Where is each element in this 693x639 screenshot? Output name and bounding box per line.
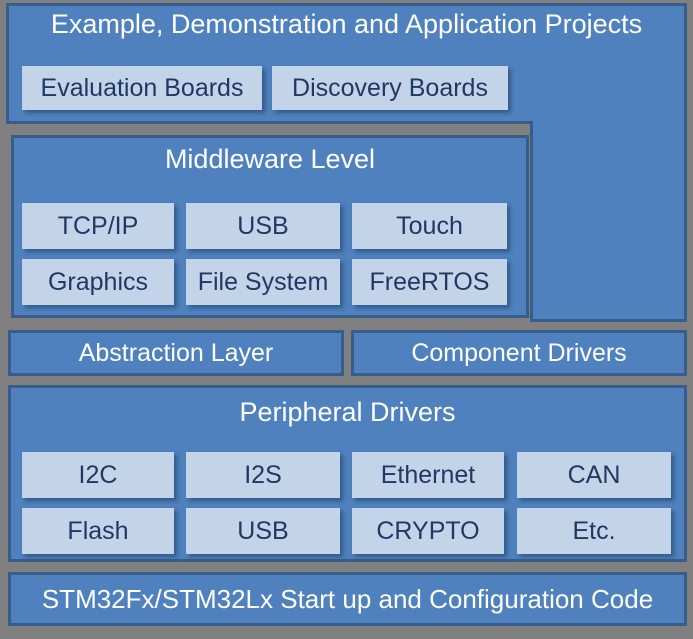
chip-etc[interactable]: Etc. — [517, 508, 671, 554]
startup-code-label: STM32Fx/STM32Lx Start up and Configurati… — [41, 584, 654, 614]
architecture-diagram: Example, Demonstration and Application P… — [0, 0, 693, 639]
chip-graphics[interactable]: Graphics — [22, 259, 174, 305]
chip-i2c[interactable]: I2C — [22, 452, 174, 498]
box-component-drivers[interactable]: Component Drivers — [351, 330, 687, 376]
top-layer-title: Example, Demonstration and Application P… — [50, 9, 643, 39]
chip-freertos[interactable]: FreeRTOS — [352, 259, 507, 305]
chip-tcpip[interactable]: TCP/IP — [22, 203, 174, 249]
startup-code-bar[interactable]: STM32Fx/STM32Lx Start up and Configurati… — [8, 572, 687, 626]
peripheral-layer-title: Peripheral Drivers — [239, 397, 456, 427]
chip-flash[interactable]: Flash — [22, 508, 174, 554]
chip-usb-peripheral[interactable]: USB — [186, 508, 340, 554]
middleware-layer-title: Middleware Level — [164, 144, 376, 174]
chip-crypto[interactable]: CRYPTO — [352, 508, 504, 554]
chip-ethernet[interactable]: Ethernet — [352, 452, 504, 498]
chip-touch[interactable]: Touch — [352, 203, 507, 249]
chip-i2s[interactable]: I2S — [186, 452, 340, 498]
chip-discovery-boards[interactable]: Discovery Boards — [272, 66, 508, 110]
chip-evaluation-boards[interactable]: Evaluation Boards — [22, 66, 262, 110]
box-abstraction-layer[interactable]: Abstraction Layer — [8, 330, 344, 376]
top-layer-seam — [533, 112, 684, 132]
chip-usb-middleware[interactable]: USB — [186, 203, 340, 249]
chip-file-system[interactable]: File System — [186, 259, 340, 305]
chip-can[interactable]: CAN — [517, 452, 671, 498]
